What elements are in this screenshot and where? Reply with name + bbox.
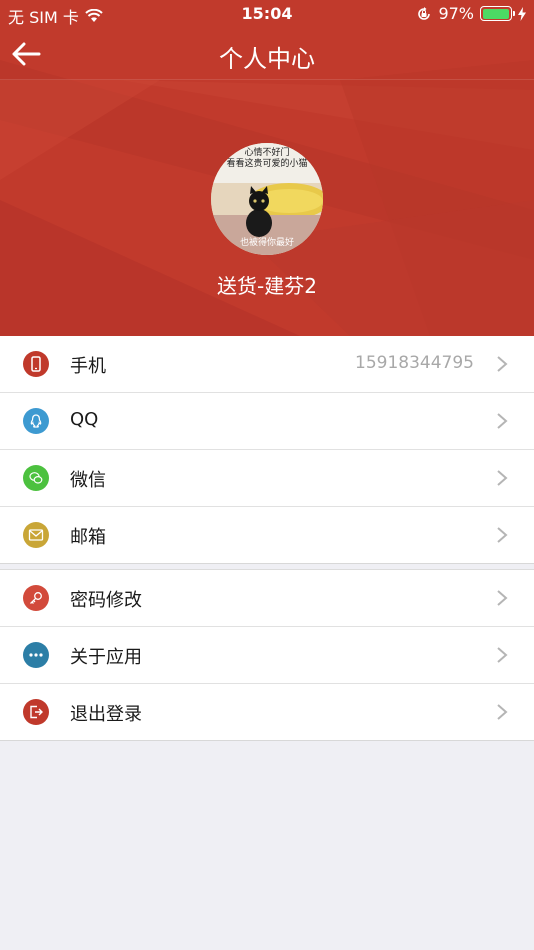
profile-header: 无 SIM 卡 15:04 97% 个人中心 心情不好门 看看这贵可爱的小猫 也… [0,0,534,336]
chevron-right-icon [497,356,508,372]
row-phone[interactable]: 手机 15918344795 [0,336,534,393]
row-qq[interactable]: QQ [0,393,534,450]
user-name: 送货-建芬2 [217,274,317,298]
row-mail[interactable]: 邮箱 [0,507,534,564]
avatar-image: 心情不好门 看看这贵可爱的小猫 也被得你最好 [211,143,323,255]
row-label: 关于应用 [70,647,142,668]
chevron-right-icon [497,470,508,486]
nav-bar: 个人中心 [0,28,534,80]
mail-icon [23,522,49,548]
phone-number: 15918344795 [355,353,474,373]
battery-icon [480,6,515,21]
more-icon [23,642,49,668]
avatar-caption-mid: 看看这贵可爱的小猫 [226,157,307,169]
chevron-right-icon [497,590,508,606]
orientation-lock-icon [418,6,431,20]
row-label: 退出登录 [70,704,142,725]
wechat-icon [23,465,49,491]
row-label: 邮箱 [70,527,106,548]
phone-icon [23,351,49,377]
row-label: 密码修改 [70,590,142,611]
page-title: 个人中心 [219,45,315,73]
battery-level [482,8,509,19]
row-logout[interactable]: 退出登录 [0,684,534,741]
status-right: 97% [416,4,526,23]
avatar-caption-bottom: 也被得你最好 [240,236,294,248]
row-about[interactable]: 关于应用 [0,627,534,684]
status-bar: 无 SIM 卡 15:04 97% [0,0,534,28]
row-label: 微信 [70,470,106,491]
logout-icon [23,699,49,725]
avatar-caption-top: 心情不好门 [244,146,289,158]
settings-group: 密码修改 关于应用 退出登录 [0,569,534,741]
chevron-right-icon [497,704,508,720]
battery-percent: 97% [438,4,474,23]
avatar[interactable]: 心情不好门 看看这贵可爱的小猫 也被得你最好 [211,143,323,255]
qq-icon [23,408,49,434]
chevron-right-icon [497,413,508,429]
chevron-right-icon [497,647,508,663]
row-wechat[interactable]: 微信 [0,450,534,507]
key-icon [23,585,49,611]
row-change-password[interactable]: 密码修改 [0,570,534,627]
chevron-right-icon [497,527,508,543]
row-label: QQ [70,409,99,430]
charging-icon [518,6,526,21]
contact-group: 手机 15918344795 QQ 微信 邮箱 [0,336,534,564]
row-label: 手机 [70,356,106,377]
